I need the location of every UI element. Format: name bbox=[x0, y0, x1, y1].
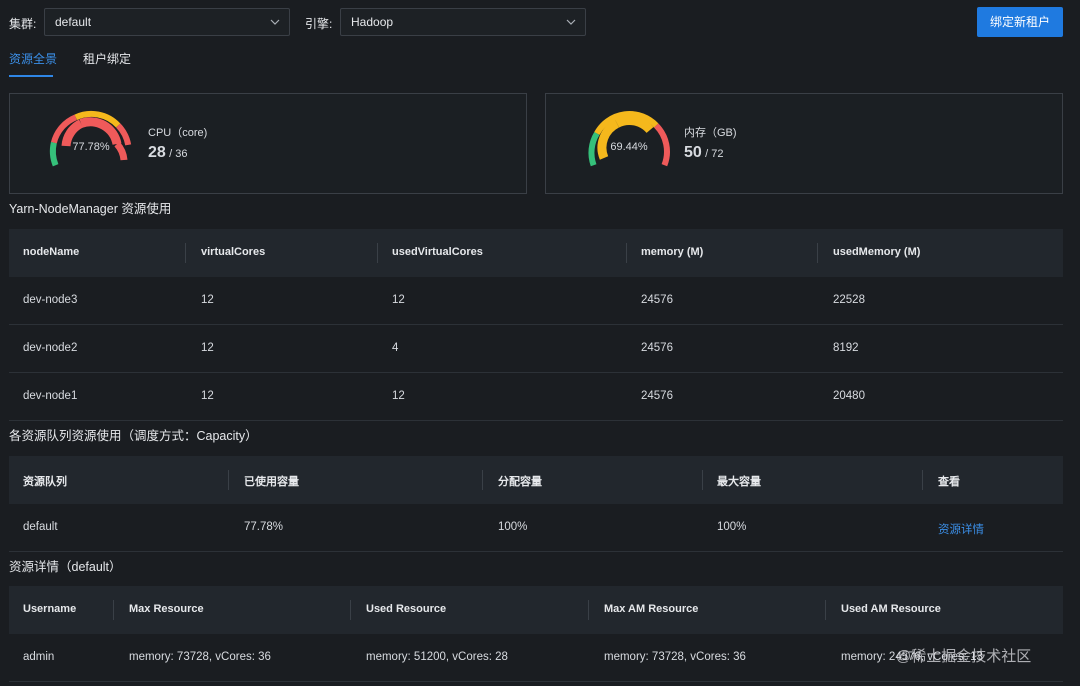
column-divider bbox=[350, 600, 351, 620]
queue-section-title: 各资源队列资源使用（调度方式：Capacity） bbox=[9, 429, 258, 443]
table-cell: 12 bbox=[392, 294, 405, 306]
cluster-select[interactable]: default bbox=[44, 8, 290, 36]
table-cell: admin bbox=[23, 651, 55, 663]
cluster-label: 集群: bbox=[9, 17, 37, 31]
memory-used: 50 bbox=[684, 144, 702, 161]
memory-card: 69.44% 内存（GB) 50 / 72 bbox=[545, 93, 1063, 194]
details-table: Username Max Resource Used Resource Max … bbox=[9, 586, 1063, 686]
cpu-card: 77.78% CPU（core) 28 / 36 bbox=[9, 93, 527, 194]
cpu-metric-name: CPU（core) bbox=[148, 127, 208, 139]
column-header: memory (M) bbox=[641, 246, 704, 258]
details-section-title: 资源详情（default） bbox=[9, 560, 122, 574]
table-row: default 77.78% 100% 100% 资源详情 bbox=[9, 504, 1063, 552]
table-cell: dev-node2 bbox=[23, 342, 78, 354]
column-header: 分配容量 bbox=[498, 476, 542, 488]
column-header: Used AM Resource bbox=[841, 603, 941, 615]
cpu-gauge-percent: 77.78% bbox=[72, 141, 110, 153]
table-row: dev-node3 12 12 24576 22528 bbox=[9, 277, 1063, 325]
table-cell: 77.78% bbox=[244, 521, 284, 533]
table-cell: memory: 73728, vCores: 36 bbox=[604, 651, 746, 663]
bind-tenant-button[interactable]: 绑定新租户 bbox=[977, 7, 1063, 37]
engine-select[interactable]: Hadoop bbox=[340, 8, 586, 36]
memory-gauge: 69.44% bbox=[584, 108, 674, 180]
table-cell: 8192 bbox=[833, 342, 859, 354]
column-divider bbox=[817, 243, 818, 263]
memory-metric-name: 内存（GB) bbox=[684, 127, 737, 139]
table-cell: dev-node1 bbox=[23, 390, 78, 402]
column-divider bbox=[113, 600, 114, 620]
watermark: @稀土掘金技术社区 bbox=[896, 648, 1032, 665]
engine-label: 引擎: bbox=[305, 17, 333, 31]
chevron-down-icon bbox=[566, 19, 576, 25]
column-header: usedVirtualCores bbox=[392, 246, 483, 258]
tab-tenant-binding[interactable]: 租户绑定 bbox=[83, 50, 131, 67]
column-header: Max AM Resource bbox=[604, 603, 699, 615]
table-cell: 12 bbox=[201, 342, 214, 354]
column-header: 资源队列 bbox=[23, 476, 67, 488]
table-cell: 20480 bbox=[833, 390, 865, 402]
column-header: 最大容量 bbox=[717, 476, 761, 488]
column-header: usedMemory (M) bbox=[833, 246, 921, 258]
table-header: Username Max Resource Used Resource Max … bbox=[9, 586, 1063, 634]
table-header: 资源队列 已使用容量 分配容量 最大容量 查看 bbox=[9, 456, 1063, 504]
table-cell: 24576 bbox=[641, 294, 673, 306]
column-divider bbox=[626, 243, 627, 263]
node-table: nodeName virtualCores usedVirtualCores m… bbox=[9, 229, 1063, 421]
tab-bar: 资源全景 租户绑定 bbox=[0, 44, 1080, 78]
cpu-total: / 36 bbox=[169, 148, 188, 160]
column-divider bbox=[377, 243, 378, 263]
column-header: Used Resource bbox=[366, 603, 447, 615]
table-cell: memory: 51200, vCores: 28 bbox=[366, 651, 508, 663]
column-header: Max Resource bbox=[129, 603, 204, 615]
column-divider bbox=[702, 470, 703, 490]
table-cell: 24576 bbox=[641, 390, 673, 402]
table-cell: memory: 73728, vCores: 36 bbox=[129, 651, 271, 663]
table-row: dev-node1 12 12 24576 20480 bbox=[9, 373, 1063, 421]
memory-gauge-percent: 69.44% bbox=[610, 141, 648, 153]
cpu-metric-value: 28 / 36 bbox=[148, 144, 188, 162]
cpu-gauge: 77.78% bbox=[46, 108, 136, 180]
table-cell: 12 bbox=[201, 294, 214, 306]
table-cell: 22528 bbox=[833, 294, 865, 306]
memory-metric-value: 50 / 72 bbox=[684, 144, 724, 162]
column-divider bbox=[588, 600, 589, 620]
table-cell: 24576 bbox=[641, 342, 673, 354]
filter-bar: 集群: default 引擎: Hadoop 绑定新租户 bbox=[0, 0, 1080, 44]
memory-total: / 72 bbox=[705, 148, 724, 160]
table-cell: 100% bbox=[717, 521, 747, 533]
chevron-down-icon bbox=[270, 19, 280, 25]
column-divider bbox=[228, 470, 229, 490]
table-cell: 12 bbox=[201, 390, 214, 402]
column-header: virtualCores bbox=[201, 246, 266, 258]
resource-details-link[interactable]: 资源详情 bbox=[938, 521, 984, 537]
tab-resource-overview[interactable]: 资源全景 bbox=[9, 50, 57, 67]
column-header: 已使用容量 bbox=[244, 476, 299, 488]
table-cell: 100% bbox=[498, 521, 528, 533]
column-divider bbox=[482, 470, 483, 490]
column-header: Username bbox=[23, 603, 77, 615]
table-cell: 12 bbox=[392, 390, 405, 402]
queue-table: 资源队列 已使用容量 分配容量 最大容量 查看 default 77.78% 1… bbox=[9, 456, 1063, 552]
cpu-used: 28 bbox=[148, 144, 166, 161]
table-header: nodeName virtualCores usedVirtualCores m… bbox=[9, 229, 1063, 277]
column-divider bbox=[825, 600, 826, 620]
column-header: nodeName bbox=[23, 246, 80, 258]
column-divider bbox=[922, 470, 923, 490]
cluster-select-value: default bbox=[55, 15, 92, 29]
engine-select-value: Hadoop bbox=[351, 15, 394, 29]
active-tab-indicator bbox=[9, 75, 53, 77]
table-cell: dev-node3 bbox=[23, 294, 78, 306]
table-cell: default bbox=[23, 521, 58, 533]
node-section-title: Yarn-NodeManager 资源使用 bbox=[9, 202, 172, 216]
column-divider bbox=[185, 243, 186, 263]
column-header: 查看 bbox=[938, 476, 960, 488]
table-cell: 4 bbox=[392, 342, 399, 354]
table-row: dev-node2 12 4 24576 8192 bbox=[9, 325, 1063, 373]
